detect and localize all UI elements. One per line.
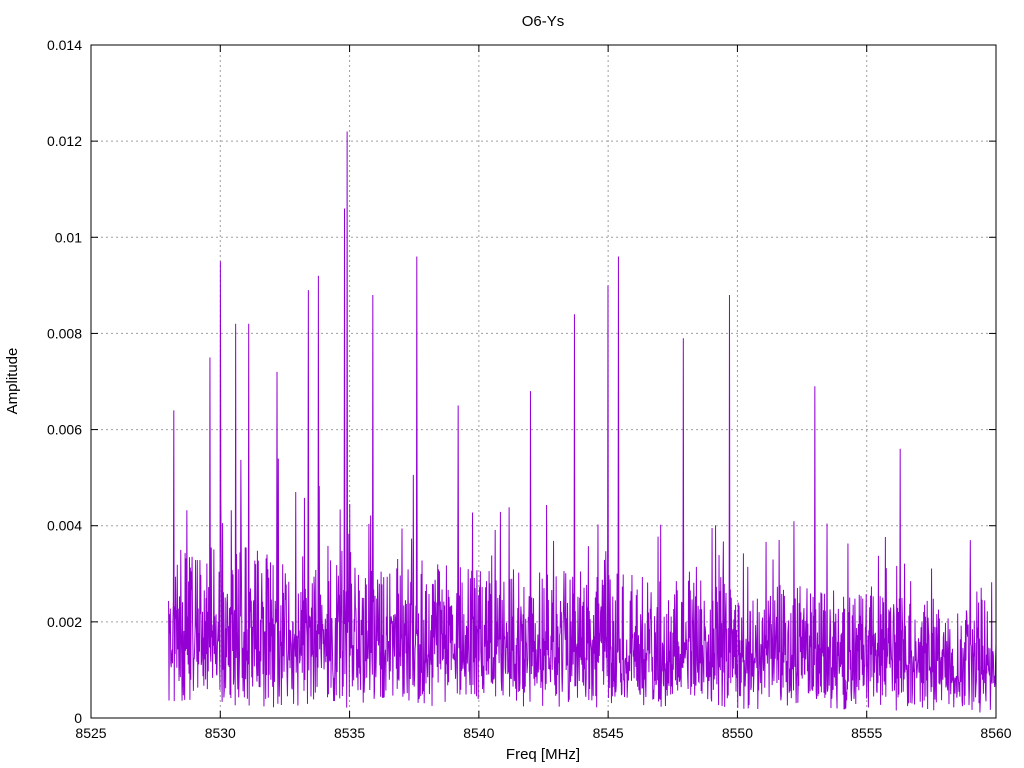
x-tick-label: 8540	[463, 725, 494, 741]
y-tick-label: 0.01	[55, 229, 82, 245]
x-axis-title: Freq [MHz]	[506, 746, 580, 763]
y-axis-title: Amplitude	[4, 348, 21, 415]
spectrum-chart: 8525 8530 8535 8540 8545 8550 8555 8560 0 0.002 0.…	[4, 13, 1012, 763]
x-tick-label: 8525	[75, 725, 106, 741]
x-tick-label: 8550	[722, 725, 753, 741]
y-tick-label: 0.012	[47, 133, 82, 149]
x-tick-label: 8535	[334, 725, 365, 741]
y-tick-label: 0.008	[47, 325, 82, 341]
x-tick-label: 8545	[593, 725, 624, 741]
y-tick-label: 0.004	[47, 518, 82, 534]
x-tick-label: 8555	[851, 725, 882, 741]
y-tick-label: 0.014	[47, 37, 82, 53]
chart-title: O6-Ys	[522, 13, 565, 30]
y-tick-label: 0	[74, 710, 82, 726]
y-tick-label: 0.002	[47, 614, 82, 630]
x-tick-label: 8530	[205, 725, 236, 741]
y-tick-label: 0.006	[47, 422, 82, 438]
x-tick-label: 8560	[980, 725, 1011, 741]
